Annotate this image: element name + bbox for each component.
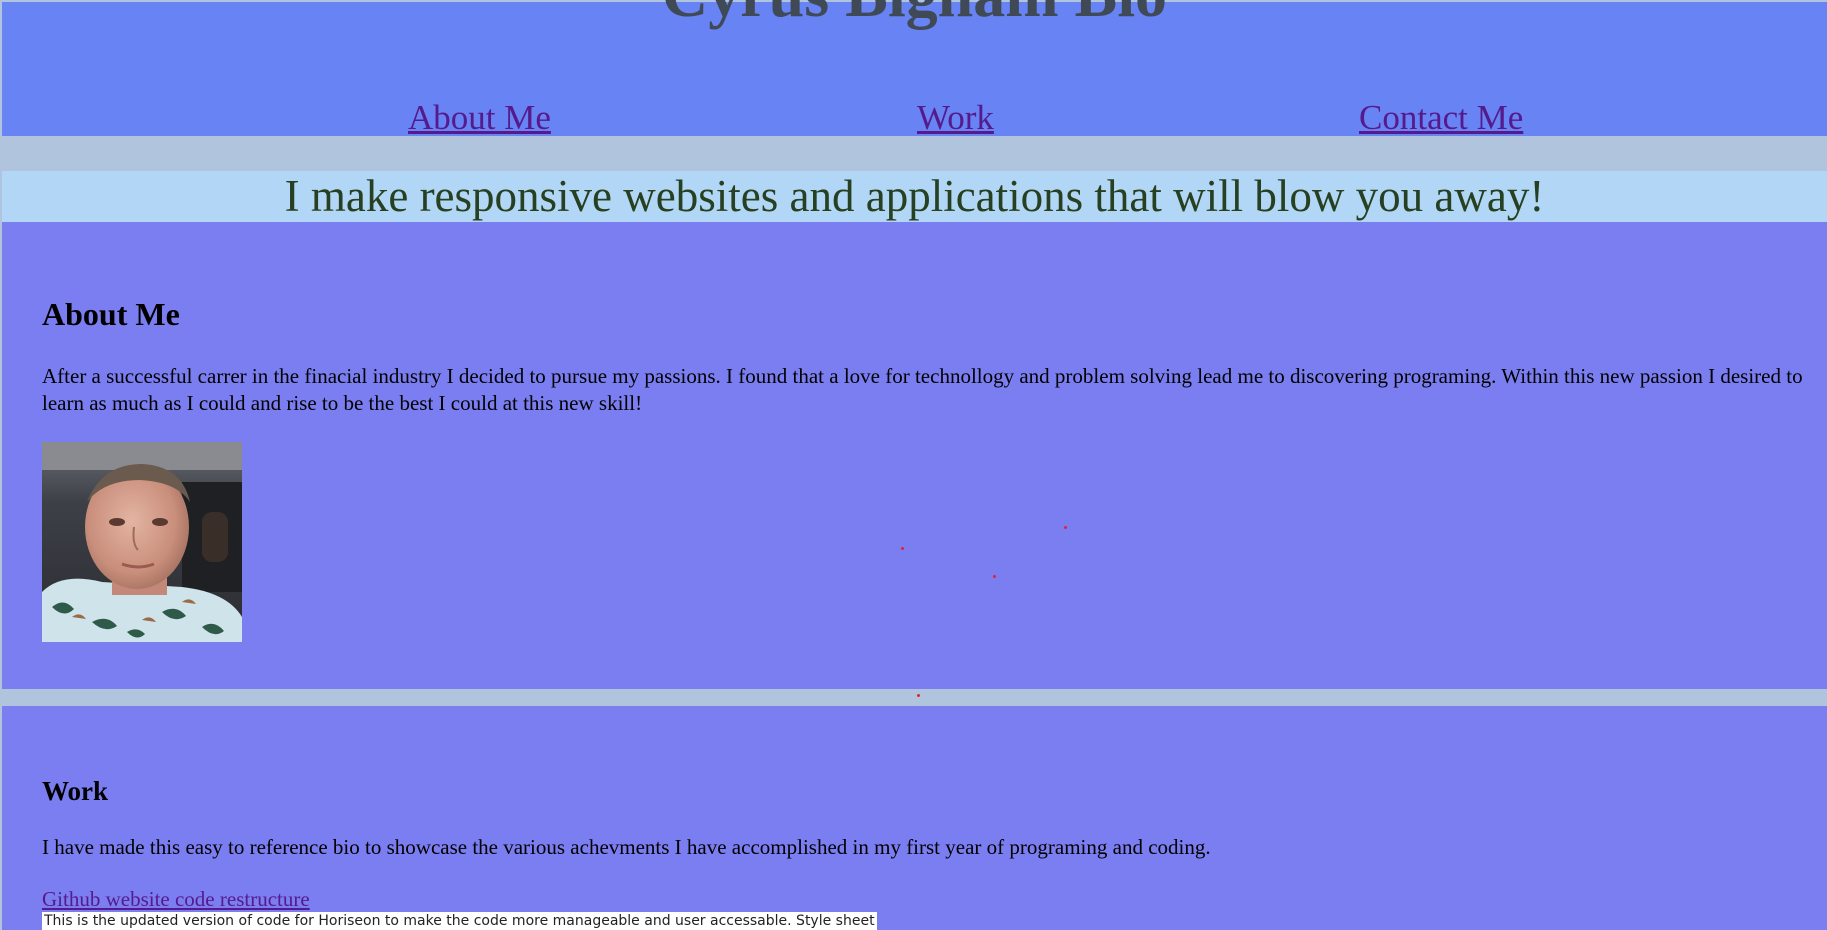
- about-text: After a successful carrer in the finacia…: [42, 364, 1803, 415]
- work-text: I have made this easy to reference bio t…: [42, 835, 1211, 859]
- decorative-dot: [1064, 526, 1067, 529]
- about-section: About Me After a successful carrer in th…: [2, 222, 1827, 689]
- decorative-dot: [917, 694, 920, 697]
- nav-link-contact[interactable]: Contact Me: [1359, 98, 1523, 138]
- about-heading: About Me: [42, 296, 180, 332]
- main-nav: About Me Work Contact Me: [2, 98, 1827, 138]
- hero-banner: I make responsive websites and applicati…: [2, 171, 1827, 222]
- page: Cyrus Bigham Bio About Me Work Contact M…: [2, 0, 1827, 930]
- decorative-dot: [901, 547, 904, 550]
- nav-link-work[interactable]: Work: [917, 98, 994, 138]
- project-link-github[interactable]: Github website code restructure: [42, 886, 310, 913]
- profile-photo-image: [42, 442, 242, 642]
- site-header: Cyrus Bigham Bio About Me Work Contact M…: [2, 0, 1827, 138]
- work-heading: Work: [42, 776, 109, 806]
- work-section: Work I have made this easy to reference …: [2, 706, 1827, 930]
- project-description: This is the updated version of code for …: [42, 912, 877, 930]
- profile-photo: [42, 442, 242, 642]
- nav-link-about[interactable]: About Me: [408, 98, 551, 138]
- decorative-dot: [993, 575, 996, 578]
- site-title: Cyrus Bigham Bio: [2, 0, 1827, 32]
